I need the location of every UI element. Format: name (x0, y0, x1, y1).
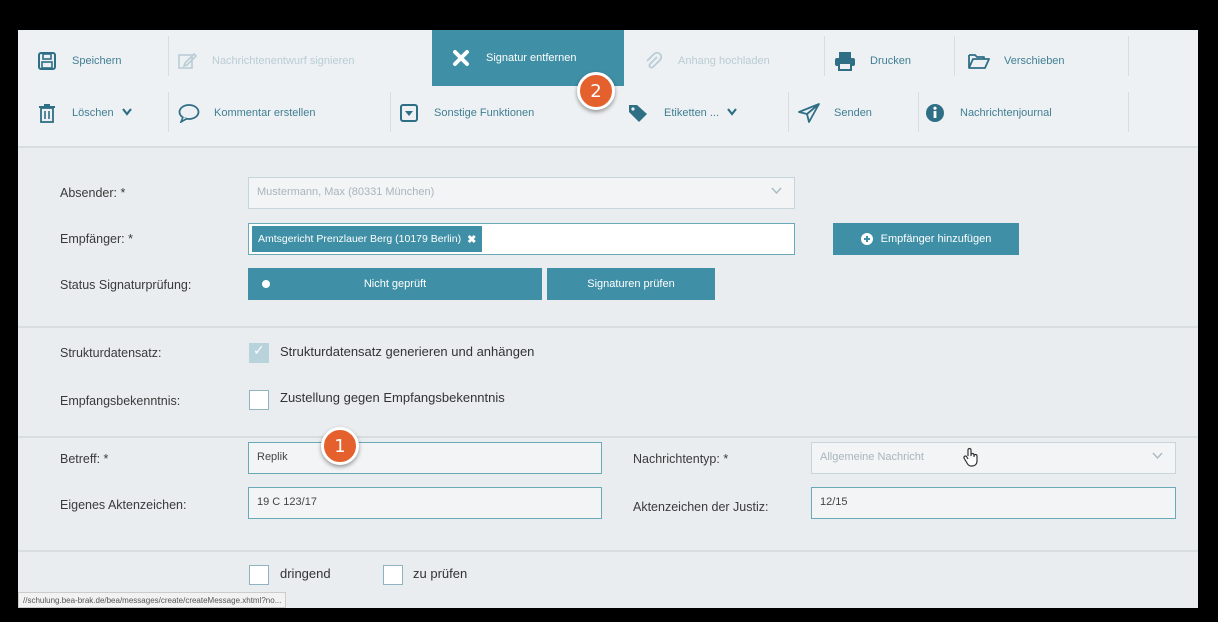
recipient-tag-label: Amtsgericht Prenzlauer Berg (10179 Berli… (258, 233, 462, 245)
divider (788, 92, 789, 132)
file-number-input[interactable]: 19 C 123/17 (248, 487, 602, 519)
comment-icon (178, 102, 200, 124)
subject-value: Replik (257, 451, 288, 463)
create-comment-button[interactable]: Kommentar erstellen (178, 88, 388, 138)
upload-attachment-button[interactable]: Anhang hochladen (642, 36, 822, 86)
check-signatures-button[interactable]: Signaturen prüfen (547, 268, 715, 300)
step-badge-2: 2 (577, 72, 615, 110)
structure-dataset-checkbox[interactable] (249, 343, 269, 363)
info-icon (924, 102, 946, 124)
recipient-tag: Amtsgericht Prenzlauer Berg (10179 Berli… (252, 226, 483, 252)
print-label: Drucken (870, 55, 911, 67)
signature-status-label: Status Signaturprüfung: (60, 278, 192, 292)
structure-dataset-checkbox-label: Strukturdatensatz generieren und anhänge… (280, 344, 535, 359)
close-icon (450, 47, 472, 69)
labels-label: Etiketten ... (664, 107, 720, 119)
move-button[interactable]: Verschieben (968, 36, 1128, 86)
file-number-label: Eigenes Aktenzeichen: (60, 498, 187, 512)
divider (168, 36, 169, 76)
subject-input[interactable]: Replik (248, 442, 602, 474)
chevron-down-icon (121, 107, 132, 119)
message-type-label: Nachrichtentyp: * (633, 452, 729, 466)
delete-button[interactable]: Löschen (36, 88, 176, 138)
message-journal-label: Nachrichtenjournal (960, 107, 1052, 119)
printer-icon (834, 50, 856, 72)
divider (1128, 92, 1129, 132)
recipients-section: Absender: * Mustermann, Max (80331 Münch… (18, 150, 1198, 328)
create-comment-label: Kommentar erstellen (214, 107, 316, 119)
divider (918, 92, 919, 132)
plus-circle-icon (860, 233, 873, 245)
to-check-label: zu prüfen (413, 566, 468, 581)
court-file-number-input[interactable]: 12/15 (811, 487, 1176, 519)
status-bar-url: //schulung.bea-brak.de/bea/messages/crea… (18, 592, 287, 608)
options-section: Strukturdatensatz: Strukturdatensatz gen… (18, 330, 1198, 438)
receipt-checkbox[interactable] (249, 390, 269, 410)
subject-section: Betreff: * Replik Nachrichtentyp: * Allg… (18, 440, 1198, 552)
message-type-select[interactable]: Allgemeine Nachricht (811, 442, 1176, 474)
edit-icon (176, 50, 198, 72)
other-functions-button[interactable]: Sonstige Funktionen (398, 88, 608, 138)
subject-label: Betreff: * (60, 452, 109, 466)
print-button[interactable]: Drucken (834, 36, 954, 86)
move-label: Verschieben (1004, 55, 1065, 67)
sender-value: Mustermann, Max (80331 München) (257, 186, 435, 198)
add-recipient-label: Empfänger hinzufügen (880, 233, 992, 245)
structure-dataset-label: Strukturdatensatz: (60, 346, 162, 360)
receipt-checkbox-label: Zustellung gegen Empfangsbekenntnis (280, 390, 505, 405)
tag-icon (628, 102, 650, 124)
dropdown-box-icon (398, 102, 420, 124)
sender-select[interactable]: Mustermann, Max (80331 München) (248, 177, 795, 209)
receipt-label: Empfangsbekenntnis: (60, 394, 181, 408)
save-label: Speichern (72, 55, 122, 67)
trash-icon (36, 102, 58, 124)
chevron-down-icon (1152, 451, 1163, 463)
divider (954, 36, 955, 76)
recipient-input[interactable]: Amtsgericht Prenzlauer Berg (10179 Berli… (248, 223, 795, 255)
sign-draft-label: Nachrichtenentwurf signieren (212, 55, 355, 67)
labels-button[interactable]: Etiketten ... (628, 88, 788, 138)
chevron-down-icon (727, 107, 737, 119)
court-file-number-value: 12/15 (820, 496, 848, 508)
paperclip-icon (642, 50, 664, 72)
chevron-down-icon (771, 186, 782, 198)
other-functions-label: Sonstige Funktionen (434, 107, 535, 119)
message-journal-button[interactable]: Nachrichtenjournal (924, 88, 1124, 138)
send-label: Senden (834, 107, 872, 119)
status-dot-icon (262, 280, 270, 288)
delete-label: Löschen (72, 107, 114, 119)
sign-draft-button[interactable]: Nachrichtenentwurf signieren (176, 36, 426, 86)
screen: Speichern Nachrichtenentwurf signieren S… (18, 30, 1198, 608)
check-signatures-label: Signaturen prüfen (587, 278, 675, 290)
send-button[interactable]: Senden (798, 88, 918, 138)
folder-icon (968, 50, 990, 72)
message-type-value: Allgemeine Nachricht (820, 451, 924, 463)
divider (1128, 36, 1129, 76)
save-icon (36, 50, 58, 72)
sender-label: Absender: * (60, 186, 126, 200)
step-badge-1: 1 (321, 427, 359, 465)
file-number-value: 19 C 123/17 (257, 496, 317, 508)
send-icon (798, 102, 820, 124)
divider (824, 36, 825, 76)
hand-cursor-icon (962, 447, 980, 470)
add-recipient-button[interactable]: Empfänger hinzufügen (833, 223, 1019, 255)
signature-status-badge: Nicht geprüft (248, 268, 542, 300)
signature-status-value: Nicht geprüft (363, 278, 427, 290)
remove-tag-icon[interactable]: ✖ (467, 233, 476, 246)
divider (168, 92, 169, 132)
recipient-label: Empfänger: * (60, 232, 133, 246)
remove-signature-label: Signatur entfernen (486, 52, 577, 64)
urgent-label: dringend (280, 566, 331, 581)
urgent-checkbox[interactable] (249, 565, 269, 585)
court-file-number-label: Aktenzeichen der Justiz: (633, 500, 769, 514)
divider (390, 92, 391, 132)
to-check-checkbox[interactable] (383, 565, 403, 585)
save-button[interactable]: Speichern (36, 36, 186, 86)
upload-attachment-label: Anhang hochladen (678, 55, 770, 67)
